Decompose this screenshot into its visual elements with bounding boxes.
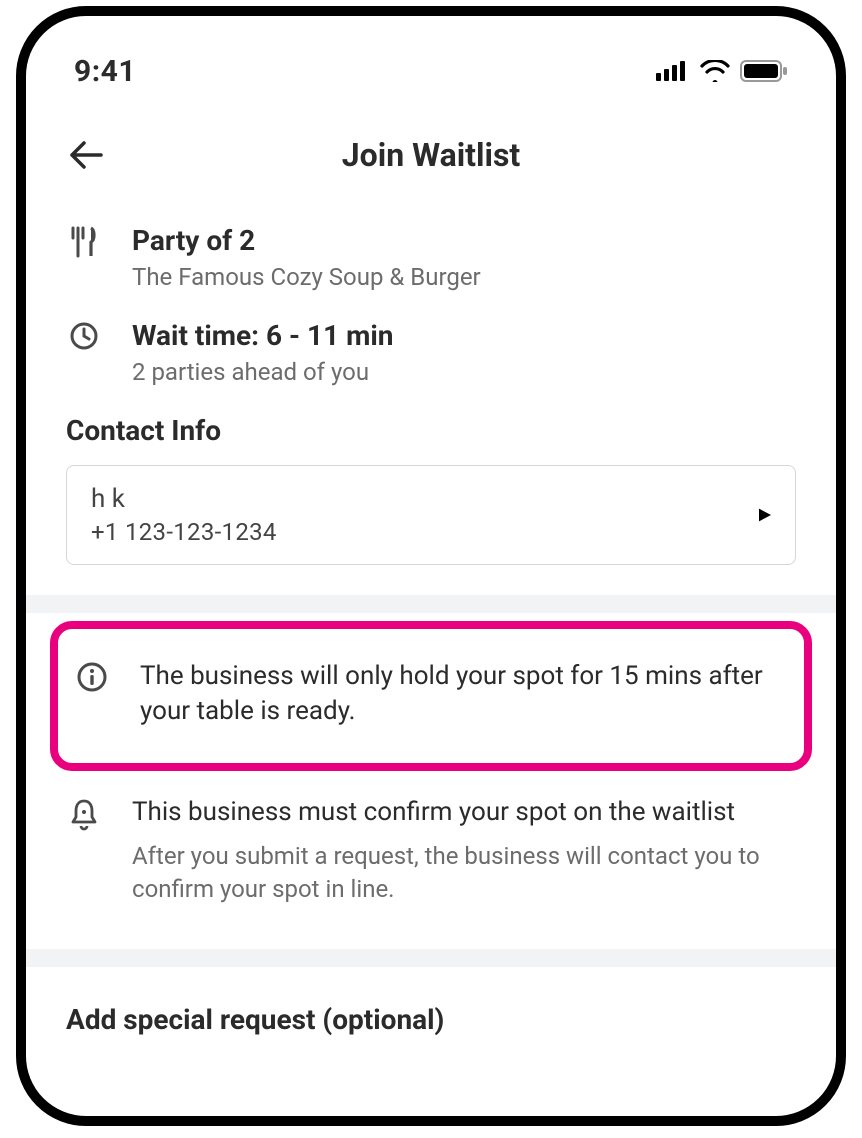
arrow-left-icon xyxy=(69,140,103,170)
hold-notice-row: The business will only hold your spot fo… xyxy=(74,639,788,753)
hold-notice-text: The business will only hold your spot fo… xyxy=(140,659,788,729)
confirm-notice-title: This business must confirm your spot on … xyxy=(132,795,796,830)
queue-position: 2 parties ahead of you xyxy=(132,358,796,386)
caret-right-icon xyxy=(759,509,771,522)
back-button[interactable] xyxy=(66,135,106,175)
battery-icon xyxy=(740,60,788,82)
device-frame: 9:41 Join Wait xyxy=(16,6,846,1126)
status-indicators xyxy=(656,60,788,82)
party-row: Party of 2 The Famous Cozy Soup & Burger xyxy=(66,224,796,291)
contact-info-heading: Contact Info xyxy=(66,414,796,447)
info-icon xyxy=(76,661,108,693)
section-divider xyxy=(26,595,836,613)
highlight-annotation: The business will only hold your spot fo… xyxy=(50,621,812,771)
nav-header: Join Waitlist xyxy=(26,96,836,194)
venue-name: The Famous Cozy Soup & Burger xyxy=(132,263,796,291)
confirm-notice-row: This business must confirm your spot on … xyxy=(66,775,796,919)
clock-icon xyxy=(69,321,99,351)
contact-card[interactable]: h k +1 123-123-1234 xyxy=(66,465,796,565)
status-bar: 9:41 xyxy=(26,16,836,96)
confirm-notice-detail: After you submit a request, the business… xyxy=(132,840,796,905)
bell-icon xyxy=(68,797,100,831)
special-request-heading: Add special request (optional) xyxy=(66,1003,796,1036)
cellular-icon xyxy=(656,61,690,81)
wifi-icon xyxy=(700,60,730,82)
section-divider xyxy=(26,949,836,967)
wait-time-label: Wait time: 6 - 11 min xyxy=(132,319,796,352)
utensils-icon xyxy=(69,226,99,258)
wait-time-row: Wait time: 6 - 11 min 2 parties ahead of… xyxy=(66,319,796,386)
status-time: 9:41 xyxy=(74,54,136,89)
contact-name: h k xyxy=(91,484,277,514)
page-title: Join Waitlist xyxy=(66,136,796,174)
contact-phone: +1 123-123-1234 xyxy=(91,518,277,546)
party-size-label: Party of 2 xyxy=(132,224,796,257)
